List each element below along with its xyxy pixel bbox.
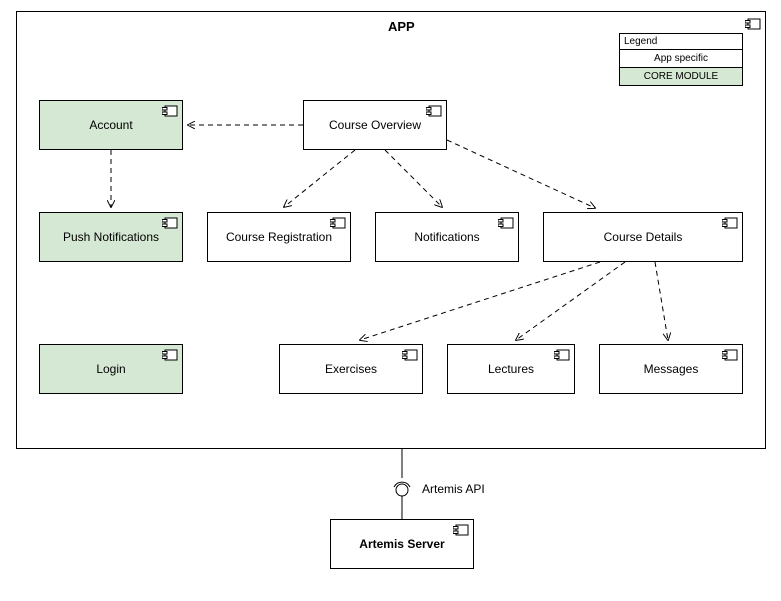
legend-app-specific: App specific (620, 49, 742, 67)
artemis-server-component: Artemis Server (330, 519, 474, 569)
course-details-label: Course Details (604, 230, 683, 244)
app-title: APP (388, 19, 415, 34)
login-label: Login (96, 362, 125, 376)
component-icon (162, 105, 178, 117)
account-component: Account (39, 100, 183, 150)
course-registration-component: Course Registration (207, 212, 351, 262)
messages-label: Messages (644, 362, 699, 376)
component-icon (162, 349, 178, 361)
component-icon (722, 217, 738, 229)
legend-core-module: CORE MODULE (620, 67, 742, 85)
push-notifications-component: Push Notifications (39, 212, 183, 262)
account-label: Account (89, 118, 132, 132)
login-component: Login (39, 344, 183, 394)
notifications-component: Notifications (375, 212, 519, 262)
course-details-component: Course Details (543, 212, 743, 262)
legend: Legend App specific CORE MODULE (619, 33, 743, 86)
notifications-label: Notifications (414, 230, 479, 244)
course-registration-label: Course Registration (226, 230, 332, 244)
push-notifications-label: Push Notifications (63, 230, 159, 244)
exercises-label: Exercises (325, 362, 377, 376)
component-icon (498, 217, 514, 229)
component-icon (162, 217, 178, 229)
component-icon (402, 349, 418, 361)
course-overview-component: Course Overview (303, 100, 447, 150)
component-icon (554, 349, 570, 361)
component-icon (453, 524, 469, 536)
component-icon (330, 217, 346, 229)
course-overview-label: Course Overview (329, 118, 421, 132)
component-icon (426, 105, 442, 117)
lectures-component: Lectures (447, 344, 575, 394)
component-icon (722, 349, 738, 361)
legend-title: Legend (620, 34, 742, 49)
component-icon (745, 17, 761, 29)
messages-component: Messages (599, 344, 743, 394)
lectures-label: Lectures (488, 362, 534, 376)
exercises-component: Exercises (279, 344, 423, 394)
artemis-server-label: Artemis Server (359, 537, 444, 551)
artemis-api-label: Artemis API (422, 482, 485, 496)
